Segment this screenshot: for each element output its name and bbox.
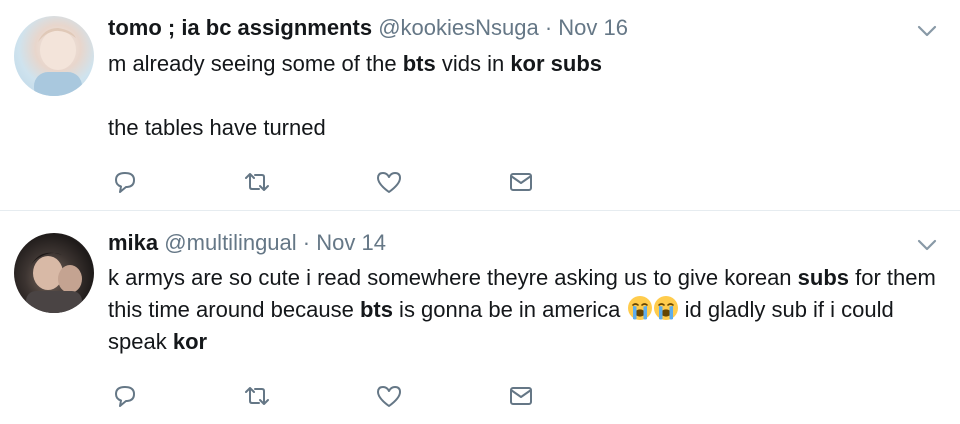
envelope-icon[interactable]: [506, 381, 536, 411]
highlight-term: kor: [172, 329, 208, 354]
tweet-text-line: the tables have turned: [108, 115, 326, 140]
loudly-crying-face-emoji: [627, 295, 653, 321]
tweet-text: k armys are so cute i read somewhere the…: [108, 262, 938, 358]
text-segment: m already seeing some of the: [108, 51, 403, 76]
tweet-text: m already seeing some of the bts vids in…: [108, 48, 938, 144]
reply-icon[interactable]: [110, 381, 140, 411]
avatar[interactable]: [14, 233, 94, 313]
separator: ·: [544, 15, 553, 40]
reply-icon[interactable]: [110, 167, 140, 197]
tweet-header: tomo ; ia bc assignments @kookiesNsuga ·…: [108, 15, 628, 41]
avatar[interactable]: [14, 16, 94, 96]
chevron-down-icon[interactable]: [914, 232, 940, 258]
user-handle[interactable]: @kookiesNsuga: [378, 15, 539, 40]
highlight-term: bts: [402, 51, 436, 76]
envelope-icon[interactable]: [506, 167, 536, 197]
tweet-date[interactable]: Nov 14: [316, 230, 386, 255]
retweet-icon[interactable]: [242, 167, 272, 197]
heart-icon[interactable]: [374, 381, 404, 411]
tweet-text-line: m already seeing some of the bts vids in…: [108, 48, 938, 80]
text-segment: is gonna be in america: [392, 297, 627, 322]
text-segment: k armys are so cute i read somewhere the…: [108, 265, 798, 290]
highlight-term: subs: [797, 265, 850, 290]
divider: [0, 210, 960, 211]
separator: ·: [302, 230, 311, 255]
user-handle[interactable]: @multilingual: [164, 230, 296, 255]
chevron-down-icon[interactable]: [914, 18, 940, 44]
display-name[interactable]: mika: [108, 230, 158, 255]
retweet-icon[interactable]: [242, 381, 272, 411]
tweet[interactable]: tomo ; ia bc assignments @kookiesNsuga ·…: [0, 0, 960, 210]
loudly-crying-face-emoji: [653, 295, 679, 321]
text-segment: vids in: [435, 51, 511, 76]
tweet-header: mika @multilingual · Nov 14: [108, 230, 386, 256]
display-name[interactable]: tomo ; ia bc assignments: [108, 15, 372, 40]
tweet-date[interactable]: Nov 16: [558, 15, 628, 40]
heart-icon[interactable]: [374, 167, 404, 197]
highlight-term: kor subs: [510, 51, 603, 76]
highlight-term: bts: [359, 297, 393, 322]
